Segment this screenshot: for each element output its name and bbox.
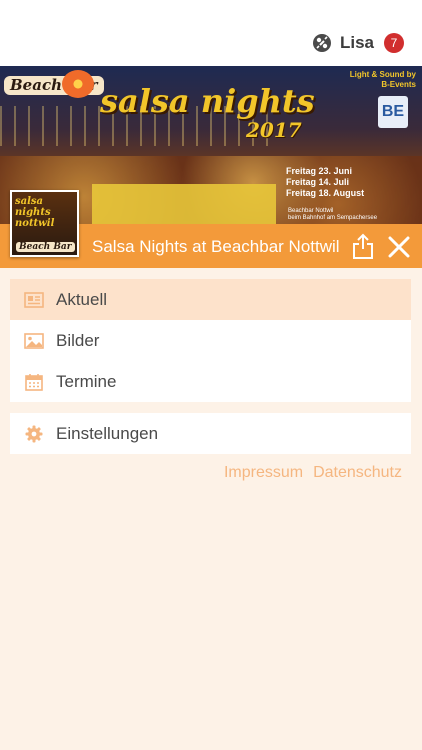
banner-year: 2017 [246, 118, 302, 142]
thumb-title: salsa nights nottwil [15, 196, 55, 229]
menu-label: Termine [56, 371, 117, 391]
newspaper-icon [24, 290, 44, 310]
share-icon[interactable] [350, 232, 376, 260]
footer-links: Impressum Datenschutz [224, 464, 402, 482]
user-menu[interactable]: Lisa 7 [312, 33, 404, 53]
be-events-logo: BE [378, 96, 408, 128]
gear-icon [24, 424, 44, 444]
light-sound-label: Light & Sound by [349, 70, 416, 79]
close-icon[interactable] [386, 234, 412, 260]
menu-label: Aktuell [56, 289, 108, 309]
menu-item-aktuell[interactable]: Aktuell [10, 279, 411, 320]
user-name[interactable]: Lisa [340, 33, 374, 53]
impressum-link[interactable]: Impressum [224, 464, 303, 482]
event-title: Salsa Nights at Beachbar Nottwil [92, 237, 340, 256]
menu-item-termine[interactable]: Termine [10, 361, 411, 402]
user-network-icon [312, 34, 331, 52]
main-menu: Aktuell Bilder Termine [10, 279, 411, 402]
image-icon [24, 331, 44, 351]
venue-line: Beachbar Nottwil [288, 208, 334, 214]
menu-label: Bilder [56, 330, 100, 350]
top-bar: Lisa 7 [0, 0, 422, 66]
notification-badge[interactable]: 7 [384, 33, 404, 53]
event-venue: Beachbar Nottwil beim Bahnhof am Sempach… [288, 208, 377, 222]
event-dates: Freitag 23. Juni Freitag 14. Juli Freita… [286, 166, 364, 199]
light-sound-company: B-Events [381, 80, 416, 89]
menu-item-einstellungen[interactable]: Einstellungen [10, 413, 411, 454]
thumb-logo: Beach Bar [16, 242, 75, 252]
light-sound-credit: Light & Sound by B-Events [350, 70, 416, 90]
settings-menu: Einstellungen [10, 413, 411, 454]
event-thumbnail[interactable]: salsa nights nottwil Beach Bar [10, 190, 79, 257]
datenschutz-link[interactable]: Datenschutz [313, 464, 402, 482]
info-panel [92, 184, 276, 224]
flower-icon [62, 70, 94, 98]
event-date: Freitag 23. Juni [286, 166, 353, 176]
venue-line: beim Bahnhof am Sempachersee [288, 215, 378, 221]
menu-item-bilder[interactable]: Bilder [10, 320, 411, 361]
banner-title: salsa nights [100, 82, 315, 120]
event-date: Freitag 14. Juli [286, 177, 350, 187]
menu-label: Einstellungen [56, 423, 159, 443]
event-date: Freitag 18. August [286, 188, 365, 198]
calendar-icon [24, 372, 44, 392]
